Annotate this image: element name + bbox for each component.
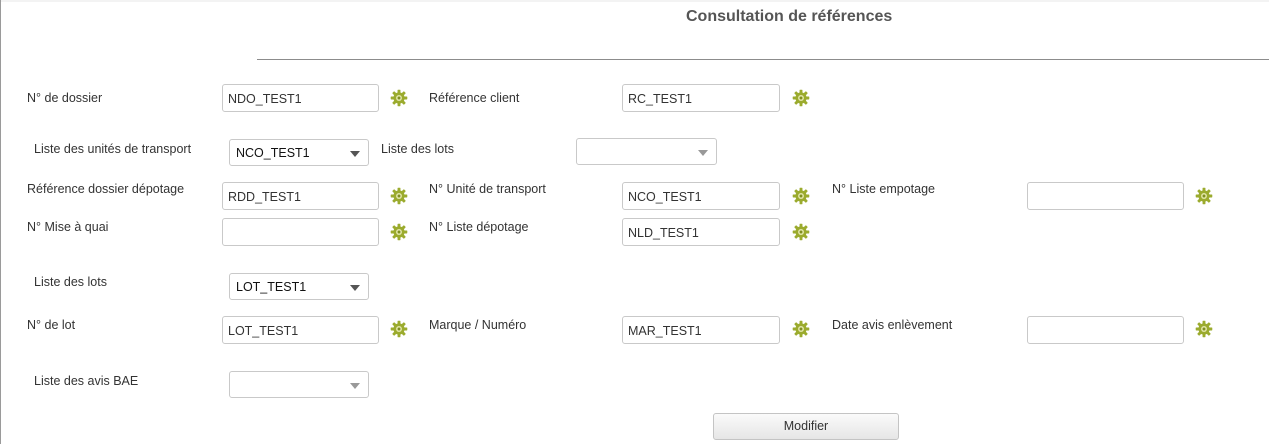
title-underline	[257, 59, 1269, 60]
gear-icon[interactable]	[390, 223, 408, 241]
label-liste-avis-bae: Liste des avis BAE	[34, 374, 139, 388]
no-unite-transport-field[interactable]: NCO_TEST1	[622, 182, 780, 210]
gear-icon[interactable]	[1195, 320, 1213, 338]
label-reference-client: Référence client	[429, 91, 520, 105]
modifier-button[interactable]: Modifier	[713, 413, 899, 440]
label-no-lot: N° de lot	[27, 318, 76, 332]
window-left-border	[0, 0, 1, 444]
chevron-down-icon	[350, 285, 360, 291]
gear-icon[interactable]	[792, 187, 810, 205]
label-liste-unites-transport: Liste des unités de transport	[34, 142, 192, 156]
chevron-down-icon	[350, 383, 360, 389]
no-dossier-field[interactable]: NDO_TEST1	[222, 84, 379, 112]
select-value: NCO_TEST1	[236, 146, 310, 160]
gear-icon[interactable]	[390, 89, 408, 107]
label-no-dossier: N° de dossier	[27, 91, 103, 105]
label-no-unite-transport: N° Unité de transport	[429, 182, 546, 196]
gear-icon[interactable]	[792, 320, 810, 338]
liste-lots-select[interactable]: LOT_TEST1	[229, 273, 369, 300]
marque-numero-field[interactable]: MAR_TEST1	[622, 316, 780, 344]
label-ref-dossier-depotage: Référence dossier dépotage	[27, 182, 185, 196]
gear-icon[interactable]	[1195, 187, 1213, 205]
no-mise-a-quai-field[interactable]	[222, 218, 379, 246]
no-lot-field[interactable]: LOT_TEST1	[222, 316, 379, 344]
label-date-avis-enlevement: Date avis enlèvement	[832, 318, 953, 332]
label-no-liste-depotage: N° Liste dépotage	[429, 220, 529, 234]
chevron-down-icon	[350, 151, 360, 157]
top-divider	[1, 0, 1269, 2]
no-liste-empotage-field[interactable]	[1027, 182, 1184, 210]
label-marque-numero: Marque / Numéro	[429, 318, 527, 332]
liste-unites-transport-select[interactable]: NCO_TEST1	[229, 139, 369, 166]
chevron-down-icon	[698, 150, 708, 156]
gear-icon[interactable]	[792, 223, 810, 241]
page-title: Consultation de références	[686, 8, 893, 25]
gear-icon[interactable]	[390, 187, 408, 205]
select-value: LOT_TEST1	[236, 280, 307, 294]
gear-icon[interactable]	[792, 89, 810, 107]
reference-client-field[interactable]: RC_TEST1	[622, 84, 780, 112]
liste-lots-transport-select[interactable]	[576, 138, 717, 165]
label-liste-lots-transport: Liste des lots	[381, 142, 454, 156]
label-no-mise-a-quai: N° Mise à quai	[27, 220, 109, 234]
liste-avis-bae-select[interactable]	[229, 371, 369, 398]
label-liste-lots: Liste des lots	[34, 275, 107, 289]
ref-dossier-depotage-field[interactable]: RDD_TEST1	[222, 182, 379, 210]
no-liste-depotage-field[interactable]: NLD_TEST1	[622, 218, 780, 246]
label-no-liste-empotage: N° Liste empotage	[832, 182, 935, 196]
date-avis-enlevement-field[interactable]	[1027, 316, 1184, 344]
gear-icon[interactable]	[390, 320, 408, 338]
